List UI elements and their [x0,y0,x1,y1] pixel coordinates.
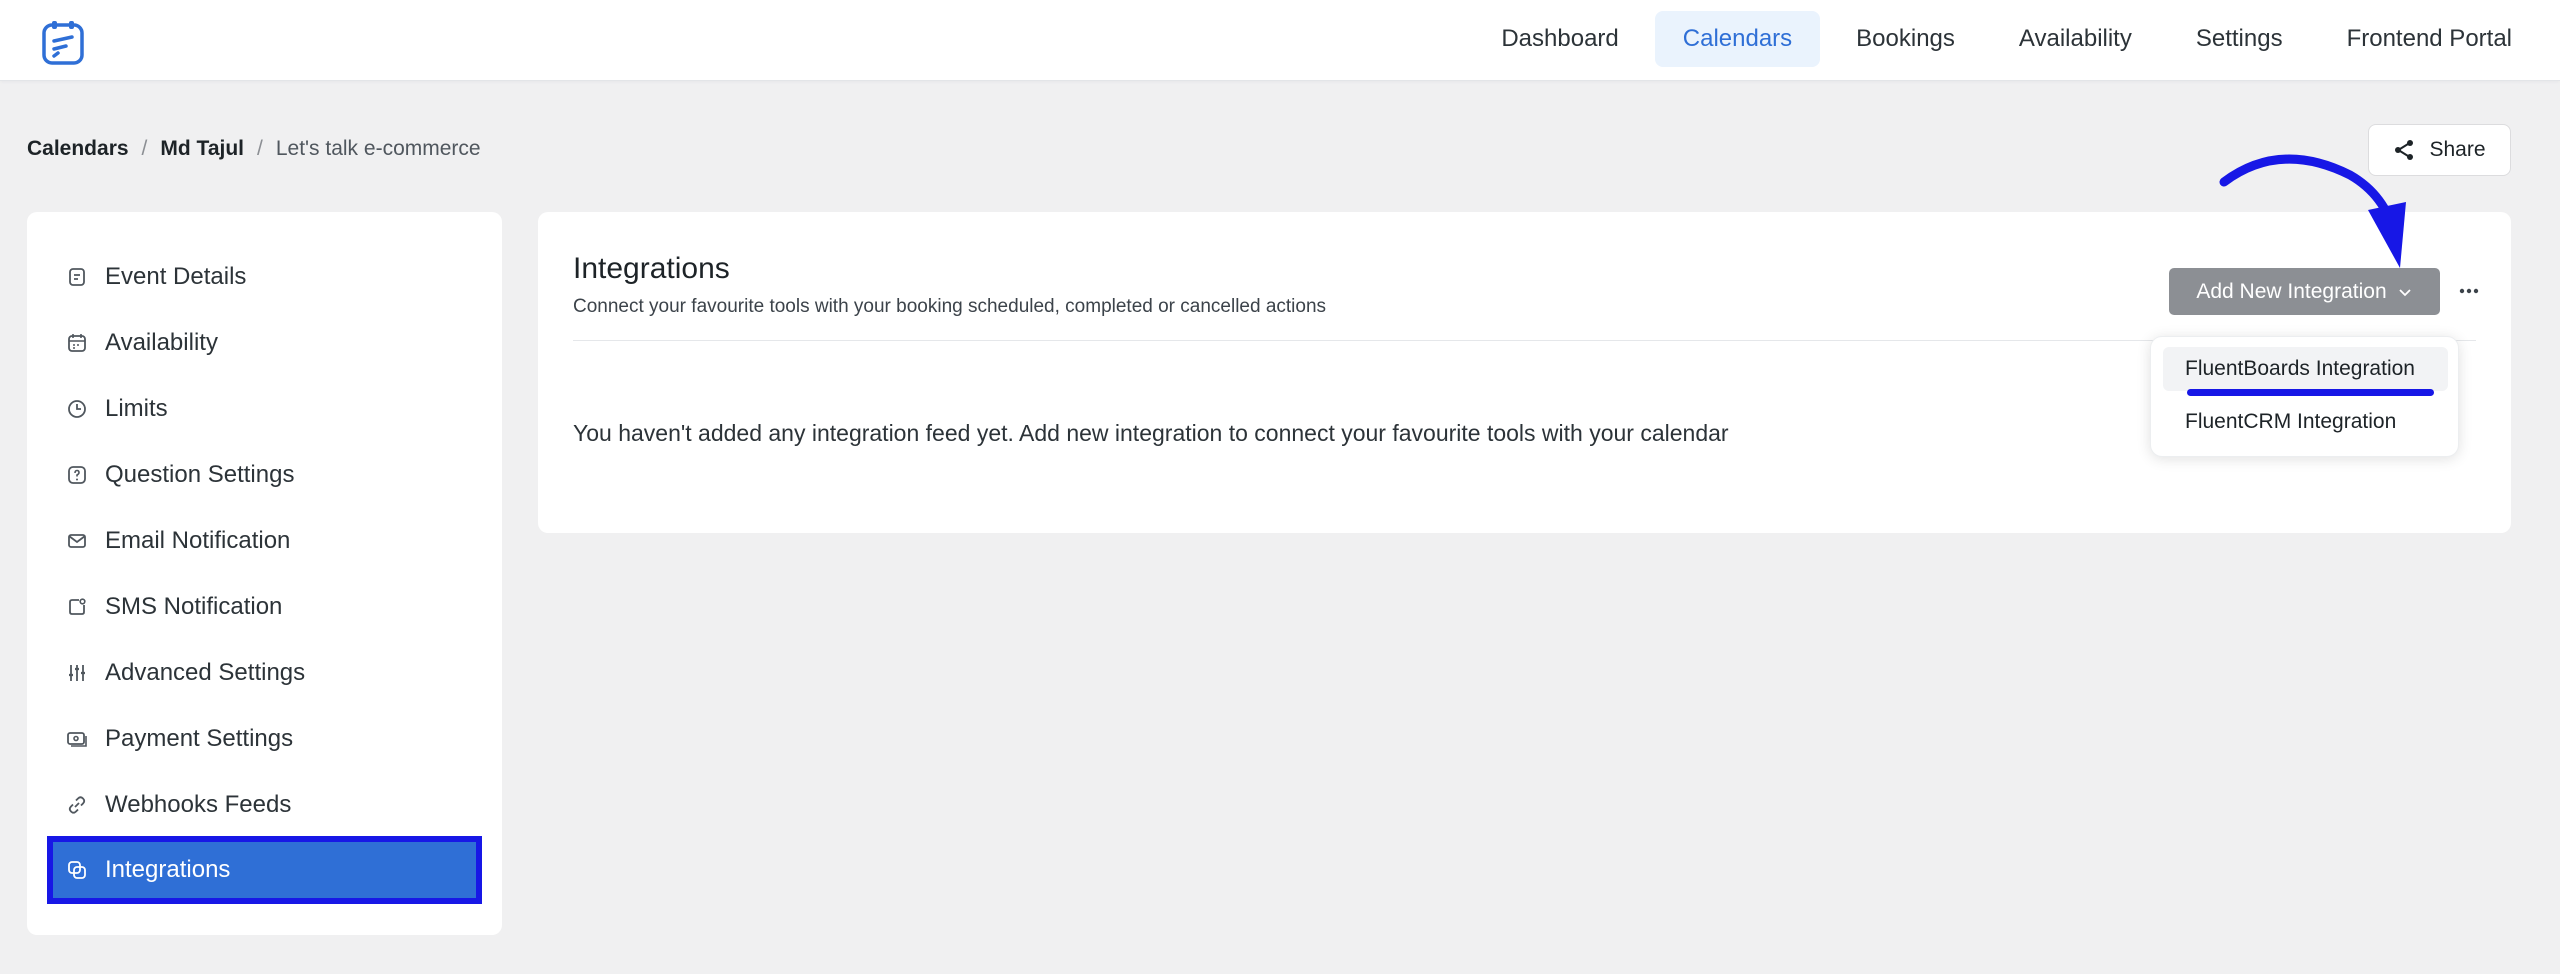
mail-icon [65,529,89,553]
sidebar-item-label: Payment Settings [105,725,294,752]
sidebar-item-label: Limits [105,395,168,422]
nav-bookings[interactable]: Bookings [1828,11,1983,67]
more-options-button[interactable] [2454,276,2484,306]
calendar-icon [65,331,89,355]
sidebar-item-label: SMS Notification [105,593,283,620]
integration-dropdown-menu: FluentBoards Integration FluentCRM Integ… [2150,336,2459,457]
sms-icon [65,595,89,619]
annotation-arrow-icon [2219,154,2406,268]
more-horizontal-icon [2459,288,2479,294]
clock-icon [65,397,89,421]
sidebar-item-label: Advanced Settings [105,659,306,686]
question-icon [65,463,89,487]
sidebar-item-webhooks-feeds[interactable]: Webhooks Feeds [47,774,482,836]
main-nav: Dashboard Calendars Bookings Availabilit… [1473,11,2540,67]
app-logo-icon[interactable] [40,19,88,67]
breadcrumb: Calendars / Md Tajul / Let's talk e-comm… [27,137,481,161]
sidebar-item-availability[interactable]: Availability [47,312,482,374]
sidebar-item-email-notification[interactable]: Email Notification [47,510,482,572]
share-label: Share [2429,138,2486,161]
settings-sidebar: Event Details Availability Limits Questi… [27,212,502,935]
nav-frontend-portal[interactable]: Frontend Portal [2319,11,2540,67]
sidebar-item-label: Event Details [105,263,247,290]
sidebar-item-label: Integrations [105,856,231,883]
breadcrumb-calendars[interactable]: Calendars [27,137,129,161]
sidebar-item-sms-notification[interactable]: SMS Notification [47,576,482,638]
dropdown-item-fluentboards[interactable]: FluentBoards Integration [2163,347,2448,391]
breadcrumb-current: Let's talk e-commerce [275,137,481,160]
page-title: Integrations [573,252,730,285]
page-subtitle: Connect your favourite tools with your b… [573,296,1327,317]
sidebar-item-limits[interactable]: Limits [47,378,482,440]
sidebar-item-label: Availability [105,329,218,356]
nav-dashboard[interactable]: Dashboard [1473,11,1646,67]
sidebar-item-event-details[interactable]: Event Details [47,246,482,308]
nav-settings[interactable]: Settings [2168,11,2311,67]
sidebar-item-question-settings[interactable]: Question Settings [47,444,482,506]
sidebar-item-payment-settings[interactable]: Payment Settings [47,708,482,770]
top-navbar: Dashboard Calendars Bookings Availabilit… [0,0,2560,81]
event-details-icon [65,265,89,289]
sidebar-item-integrations[interactable]: Integrations [47,836,482,904]
sidebar-item-advanced-settings[interactable]: Advanced Settings [47,642,482,704]
nav-availability[interactable]: Availability [1991,11,2160,67]
link-icon [65,793,89,817]
empty-state-message: You haven't added any integration feed y… [573,420,1729,446]
breadcrumb-separator: / [257,137,263,160]
add-new-integration-label: Add New Integration [2196,279,2387,303]
payment-icon [65,727,89,751]
breadcrumb-user[interactable]: Md Tajul [160,137,244,161]
chevron-down-icon [2399,288,2411,296]
sliders-icon [65,661,89,685]
nav-calendars[interactable]: Calendars [1654,11,1821,67]
annotation-underline [2187,389,2434,396]
sidebar-item-label: Question Settings [105,461,295,488]
sidebar-item-label: Email Notification [105,527,291,554]
dropdown-item-fluentcrm[interactable]: FluentCRM Integration [2163,400,2448,444]
integrations-icon [65,858,89,882]
breadcrumb-separator: / [141,137,148,160]
sidebar-item-label: Webhooks Feeds [105,791,292,818]
